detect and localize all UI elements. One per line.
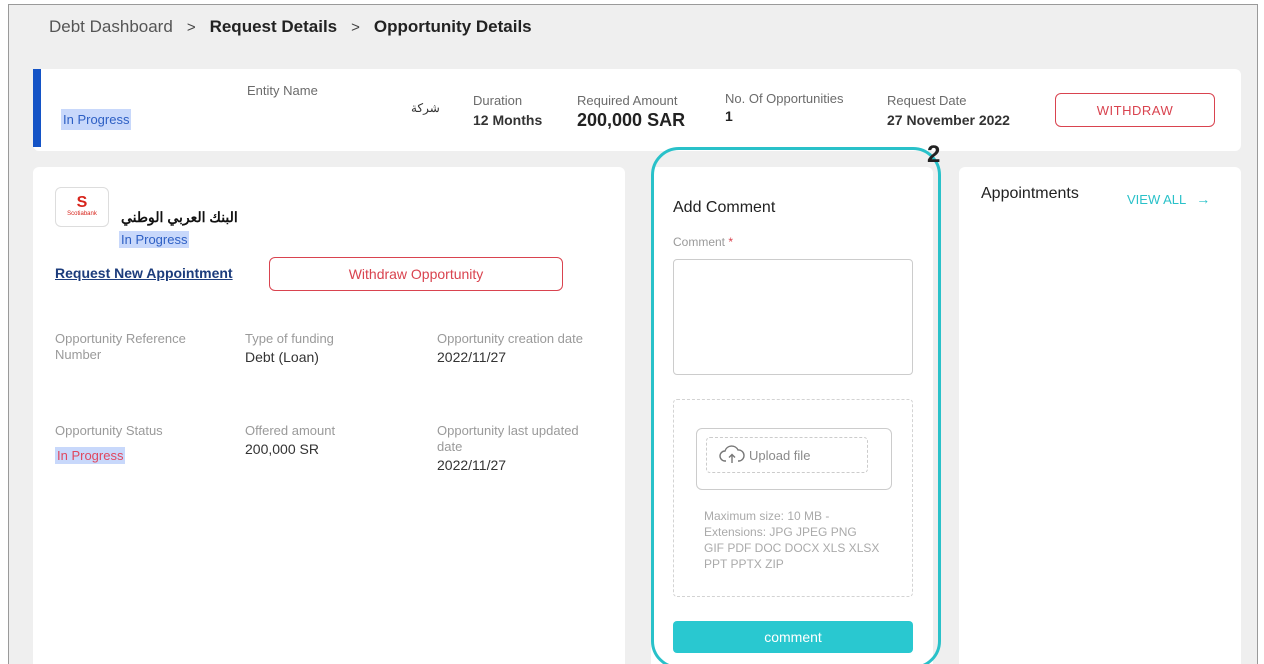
offered-amount-label: Offered amount (245, 423, 336, 438)
upload-hint: Maximum size: 10 MB - Extensions: JPG JP… (704, 509, 880, 571)
app-frame: Debt Dashboard > Request Details > Opportuni… (8, 4, 1258, 664)
entity-name-value: شركة (411, 101, 440, 115)
breadcrumb-separator: > (351, 19, 360, 36)
upload-dropzone[interactable]: Upload file Maximum size: 10 MB - Extens… (673, 399, 913, 597)
bank-logo-icon: S (76, 194, 88, 211)
required-amount-value: 200,000 SAR (577, 110, 686, 130)
opportunity-status-label: Opportunity Status (55, 423, 163, 438)
request-status-badge: In Progress (61, 109, 132, 130)
opportunity-status-value: In Progress (55, 447, 126, 464)
bank-logo-text: Scotiabank (67, 211, 97, 217)
add-comment-title: Add Comment (673, 199, 776, 216)
last-updated-value: 2022/11/27 (437, 457, 507, 473)
required-amount-field: Required Amount 200,000 SAR (577, 93, 685, 131)
duration-field: Duration 12 Months (473, 93, 542, 128)
last-updated-field: Opportunity last updated date 2022/11/27 (437, 423, 607, 473)
last-updated-label: Opportunity last updated date (437, 423, 579, 454)
offered-amount-value: 200,000 SR (245, 441, 319, 457)
request-summary-card: In Progress Entity Name شركة Duration 12… (33, 69, 1241, 151)
breadcrumb-item-debt-dashboard[interactable]: Debt Dashboard (49, 17, 173, 36)
withdraw-opportunity-button[interactable]: Withdraw Opportunity (269, 257, 563, 291)
cloud-upload-icon (719, 445, 745, 463)
offered-amount-field: Offered amount 200,000 SR (245, 423, 335, 457)
funding-type-label: Type of funding (245, 331, 334, 346)
bank-name: البنك العربي الوطني (121, 209, 238, 225)
breadcrumb-item-opportunity-details: Opportunity Details (373, 17, 532, 36)
appointments-title: Appointments (981, 185, 1079, 202)
upload-file-label: Upload file (749, 447, 811, 463)
breadcrumb-separator: > (186, 19, 196, 36)
entity-name-field: Entity Name (247, 83, 318, 98)
funding-type-field: Type of funding Debt (Loan) (245, 331, 334, 365)
opportunity-status-badge: In Progress (119, 231, 190, 248)
appointments-card: Appointments VIEW ALL → (959, 167, 1241, 664)
duration-value: 12 Months (473, 112, 543, 128)
request-date-field: Request Date 27 November 2022 (887, 93, 1010, 128)
funding-type-value: Debt (Loan) (245, 349, 319, 365)
opportunities-count-label: No. Of Opportunities (725, 91, 844, 106)
add-comment-card: Add Comment Comment * Upload file Maximu… (651, 167, 933, 664)
required-amount-label: Required Amount (577, 93, 678, 108)
opportunities-count-field: No. Of Opportunities 1 (725, 91, 844, 124)
withdraw-button[interactable]: WITHDRAW (1055, 93, 1215, 127)
reference-number-label: Opportunity Reference Number (55, 331, 186, 362)
view-all-link[interactable]: VIEW ALL → (1127, 191, 1210, 207)
request-date-value: 27 November 2022 (887, 112, 1010, 128)
opportunity-card: S Scotiabank البنك العربي الوطني In Prog… (33, 167, 625, 664)
comment-label-text: Comment (673, 235, 726, 249)
creation-date-field: Opportunity creation date 2022/11/27 (437, 331, 583, 365)
opportunities-count-value: 1 (725, 108, 733, 124)
creation-date-value: 2022/11/27 (437, 349, 507, 365)
reference-number-field: Opportunity Reference Number (55, 331, 225, 365)
request-date-label: Request Date (887, 93, 967, 108)
view-all-label: VIEW ALL (1127, 191, 1187, 207)
arrow-right-icon: → (1196, 191, 1211, 207)
entity-name-label: Entity Name (247, 83, 318, 98)
upload-file-button[interactable]: Upload file (706, 437, 868, 473)
breadcrumb: Debt Dashboard > Request Details > Opportuni… (49, 17, 532, 37)
breadcrumb-item-request-details[interactable]: Request Details (210, 17, 338, 36)
comment-label: Comment * (673, 235, 733, 249)
request-new-appointment-link[interactable]: Request New Appointment (55, 265, 233, 281)
upload-container: Upload file (696, 428, 892, 490)
submit-comment-button[interactable]: comment (673, 621, 913, 653)
creation-date-label: Opportunity creation date (437, 331, 583, 346)
step-number-label: 2 (927, 141, 941, 168)
bank-logo: S Scotiabank (55, 187, 109, 227)
duration-label: Duration (473, 93, 523, 108)
comment-textarea[interactable] (673, 259, 913, 375)
opportunity-status-field: Opportunity Status In Progress (55, 423, 163, 465)
accent-bar (33, 69, 41, 147)
required-mark: * (728, 235, 734, 249)
